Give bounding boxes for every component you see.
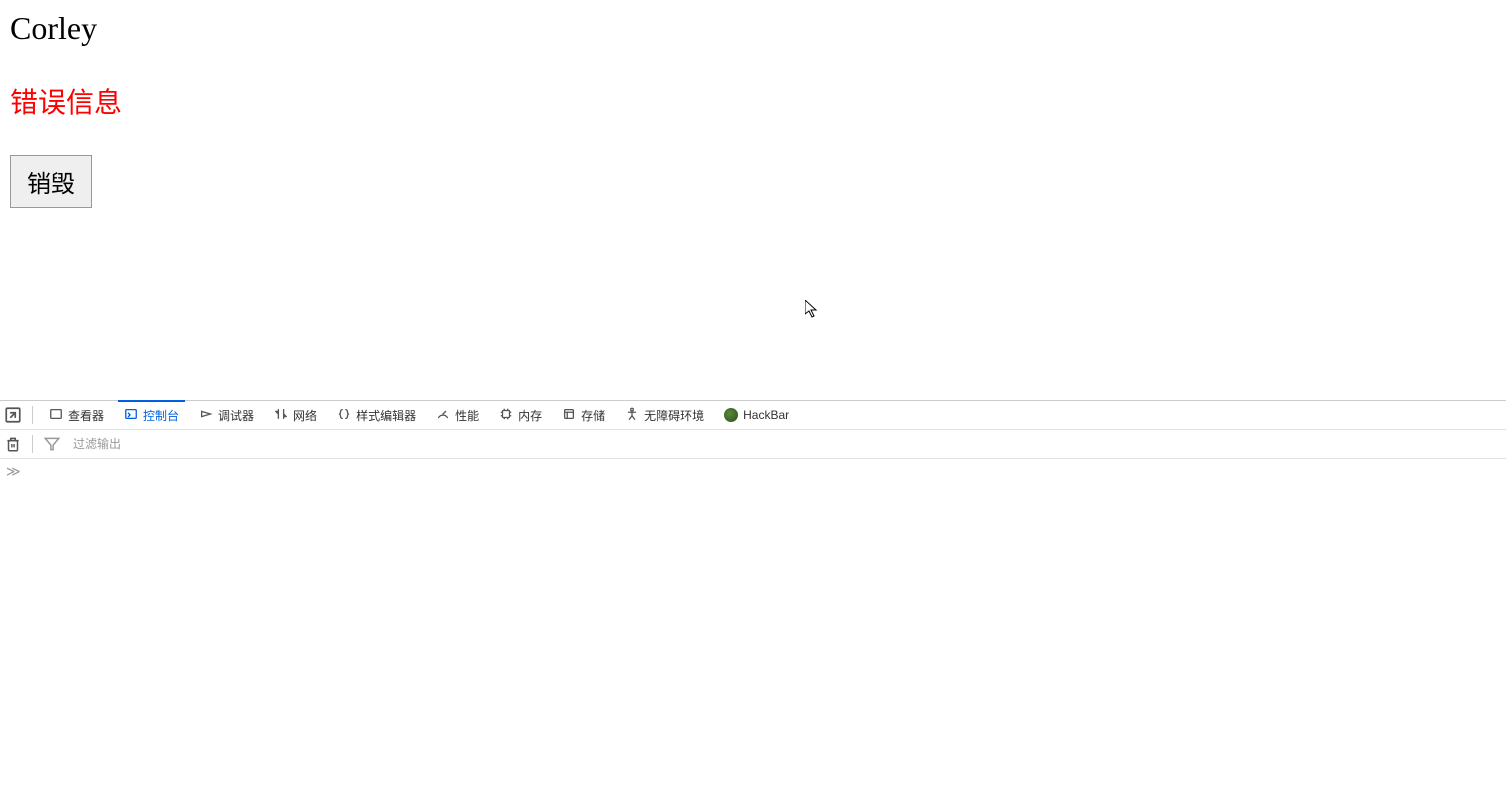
tab-console[interactable]: 控制台 <box>118 400 185 429</box>
cursor-icon <box>805 300 821 325</box>
tab-label: 存储 <box>581 407 605 424</box>
tab-hackbar[interactable]: HackBar <box>718 401 795 430</box>
inspector-icon <box>49 407 63 424</box>
tab-label: 控制台 <box>143 407 179 424</box>
devtools-tabs: 查看器 控制台 调试器 <box>0 401 1506 430</box>
prompt-icon: ≫ <box>6 463 21 480</box>
dock-icon[interactable] <box>4 406 22 424</box>
hackbar-icon <box>724 408 738 422</box>
tab-memory[interactable]: 内存 <box>493 401 548 430</box>
tab-label: 无障碍环境 <box>644 407 704 424</box>
tab-network[interactable]: 网络 <box>268 401 323 430</box>
tab-debugger[interactable]: 调试器 <box>193 401 260 430</box>
tab-label: 网络 <box>293 407 317 424</box>
page-content: Corley 错误信息 销毁 <box>0 0 1506 218</box>
tab-label: 样式编辑器 <box>356 407 416 424</box>
tab-label: 查看器 <box>68 407 104 424</box>
filter-input[interactable] <box>69 435 1506 453</box>
style-editor-icon <box>337 407 351 424</box>
devtools-panel: 查看器 控制台 调试器 <box>0 400 1506 786</box>
tab-label: HackBar <box>743 408 789 422</box>
clear-console-button[interactable] <box>4 435 22 453</box>
tab-accessibility[interactable]: 无障碍环境 <box>619 401 710 430</box>
page-title: Corley <box>10 10 1496 47</box>
tab-storage[interactable]: 存储 <box>556 401 611 430</box>
tab-inspector[interactable]: 查看器 <box>43 401 110 430</box>
filter-icon <box>43 435 61 453</box>
network-icon <box>274 407 288 424</box>
console-icon <box>124 407 138 424</box>
storage-icon <box>562 407 576 424</box>
tab-label: 性能 <box>455 407 479 424</box>
error-message: 错误信息 <box>10 81 1496 121</box>
destroy-button[interactable]: 销毁 <box>10 155 92 208</box>
separator <box>32 406 33 424</box>
tab-style-editor[interactable]: 样式编辑器 <box>331 401 422 430</box>
accessibility-icon <box>625 407 639 424</box>
tab-label: 调试器 <box>218 407 254 424</box>
devtools-toolbar <box>0 430 1506 459</box>
console-prompt[interactable]: ≫ <box>0 459 1506 483</box>
performance-icon <box>436 407 450 424</box>
tab-label: 内存 <box>518 407 542 424</box>
memory-icon <box>499 407 513 424</box>
tab-performance[interactable]: 性能 <box>430 401 485 430</box>
separator <box>32 435 33 453</box>
debugger-icon <box>199 407 213 424</box>
